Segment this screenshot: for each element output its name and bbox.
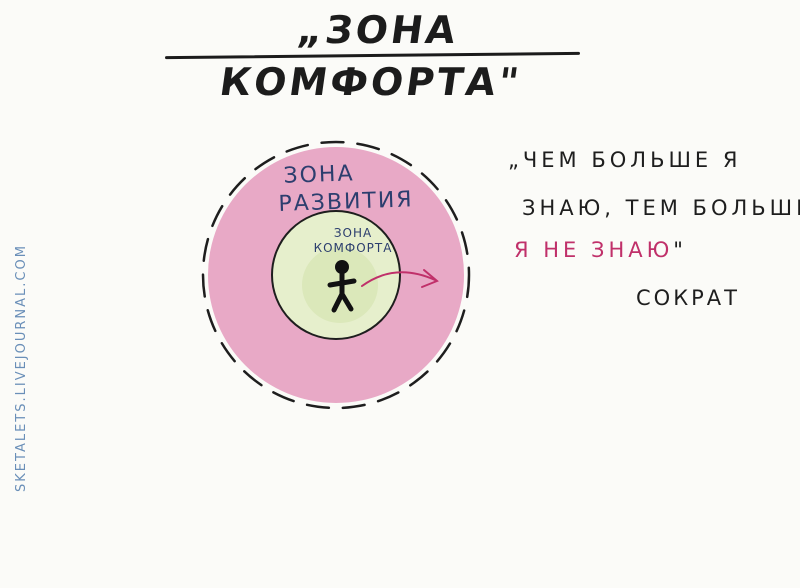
comfort-zone-label: ЗОНА КОМФОРТА bbox=[312, 226, 394, 256]
development-zone-label-line2: РАЗВИТИЯ bbox=[278, 187, 415, 217]
quote-author: СОКРАТ bbox=[636, 286, 740, 310]
quote-line-3: Я НЕ ЗНАЮ" bbox=[514, 238, 687, 262]
comfort-zone-label-line2: КОМФОРТА bbox=[313, 241, 393, 255]
development-zone-label: ЗОНА РАЗВИТИЯ bbox=[277, 157, 449, 219]
watermark: SKETALETS.LIVEJOURNAL.COM bbox=[14, 244, 29, 492]
quote-line-1: „ЧЕМ БОЛЬШЕ Я bbox=[508, 148, 742, 172]
quote-line-2: ЗНАЮ, ТЕМ БОЛЬШЕ bbox=[522, 196, 800, 220]
quote-closing-mark: " bbox=[673, 238, 687, 262]
quote-highlight: Я НЕ ЗНАЮ bbox=[514, 238, 674, 262]
comfort-zone-label-line1: ЗОНА bbox=[333, 226, 373, 240]
